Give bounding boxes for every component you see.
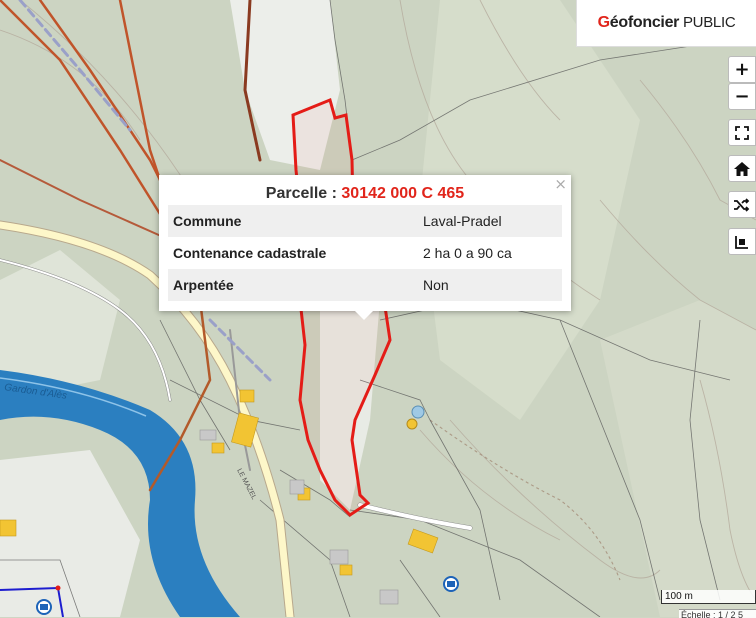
contenance-label: Contenance cadastrale <box>173 245 327 261</box>
poi-icon[interactable] <box>36 599 52 615</box>
fullscreen-icon <box>735 125 749 140</box>
zoom-out-button[interactable]: − <box>728 83 756 110</box>
zoom-in-button[interactable]: + <box>728 56 756 83</box>
geofoncier-logo[interactable]: Géofoncier PUBLIC <box>576 0 756 47</box>
home-icon <box>734 161 750 176</box>
home-button[interactable] <box>728 155 756 182</box>
contenance-value: 2 ha 0 a 90 ca <box>423 245 512 261</box>
scale-bar: 100 m <box>661 590 756 604</box>
parcel-reference: 30142 000 C 465 <box>341 185 465 202</box>
table-row: Contenance cadastrale 2 ha 0 a 90 ca <box>168 237 562 269</box>
popup-title: Parcelle : 30142 000 C 465 <box>168 183 562 205</box>
table-row: Commune Laval-Pradel <box>168 205 562 237</box>
shuffle-button[interactable] <box>728 191 756 218</box>
fullscreen-button[interactable] <box>728 119 756 146</box>
parcel-popup: × Parcelle : 30142 000 C 465 Commune Lav… <box>159 175 571 320</box>
arpentee-value: Non <box>418 269 562 301</box>
shuffle-icon <box>734 197 750 212</box>
logo-name: éofoncier <box>609 14 680 31</box>
commune-value: Laval-Pradel <box>418 205 562 237</box>
table-row: Arpentée Non <box>168 269 562 301</box>
logo-g: G <box>597 14 610 31</box>
commune-label: Commune <box>168 205 418 237</box>
arpentee-label: Arpentée <box>168 269 418 301</box>
logo-text: Géofoncier PUBLIC <box>598 14 736 32</box>
logo-suffix: PUBLIC <box>679 14 736 31</box>
close-icon[interactable]: × <box>554 175 567 193</box>
popup-pointer <box>355 311 373 320</box>
parcel-info-table: Commune Laval-Pradel Contenance cadastra… <box>168 205 562 301</box>
layers-icon <box>735 235 748 249</box>
poi-icon[interactable] <box>443 576 459 592</box>
popup-title-prefix: Parcelle : <box>265 185 342 202</box>
layers-button[interactable] <box>728 228 756 255</box>
